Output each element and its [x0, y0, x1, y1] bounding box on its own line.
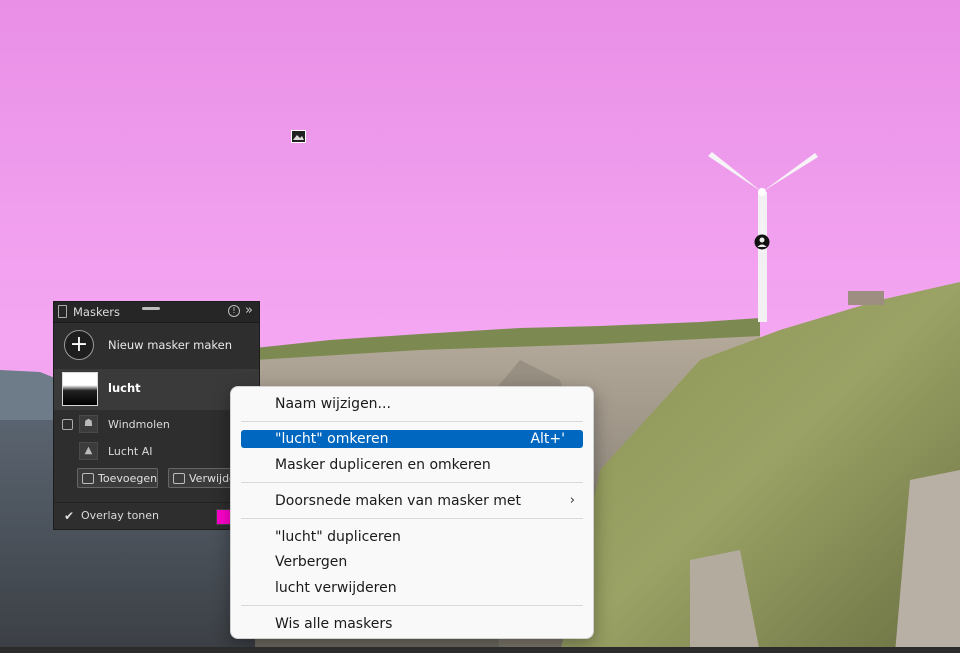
- add-button[interactable]: Toevoegen: [77, 468, 158, 488]
- windmill-hub: [758, 188, 766, 196]
- panel-title: Maskers: [73, 305, 121, 319]
- menu-item-rename[interactable]: Naam wijzigen...: [241, 395, 583, 413]
- menu-item-intersect[interactable]: Doorsnede maken van masker met ›: [241, 492, 583, 510]
- add-button-label: Toevoegen: [98, 472, 158, 485]
- menu-item-label: "lucht" omkeren: [275, 431, 389, 447]
- image-pin-icon[interactable]: [291, 130, 306, 143]
- menu-separator: [241, 605, 583, 606]
- menu-item-duplicate-invert[interactable]: Masker dupliceren en omkeren: [241, 456, 583, 474]
- menu-item-shortcut: Alt+': [530, 431, 565, 447]
- menu-separator: [241, 518, 583, 519]
- menu-item-label: "lucht" dupliceren: [275, 529, 401, 545]
- menu-separator: [241, 482, 583, 483]
- panel-header[interactable]: Maskers ! »: [54, 302, 259, 323]
- new-mask-label: Nieuw masker maken: [108, 338, 233, 352]
- plus-icon[interactable]: +: [64, 330, 94, 360]
- cliff-building: [848, 291, 884, 305]
- menu-item-label: Naam wijzigen...: [275, 396, 391, 412]
- menu-separator: [241, 421, 583, 422]
- overlay-row: ✔ Overlay tonen: [54, 502, 259, 530]
- help-circle-icon[interactable]: !: [228, 305, 240, 317]
- sky-landscape-icon: ▲: [79, 442, 98, 460]
- remove-mask-icon: [173, 473, 185, 484]
- mask-item-lucht[interactable]: lucht: [54, 369, 259, 410]
- component-lucht-ai[interactable]: ▲ Lucht AI: [54, 440, 259, 464]
- menu-item-clear-all[interactable]: Wis alle maskers: [241, 615, 583, 633]
- add-mask-icon: [82, 473, 94, 484]
- chevron-right-icon: ›: [569, 493, 575, 508]
- menu-item-label: Verbergen: [275, 554, 348, 570]
- menu-item-hide[interactable]: Verbergen: [241, 553, 583, 571]
- person-subject-icon: ☗: [79, 415, 98, 433]
- component-label: Lucht AI: [108, 445, 153, 458]
- person-pin-icon[interactable]: [754, 234, 770, 250]
- new-mask-row[interactable]: + Nieuw masker maken: [54, 323, 259, 368]
- menu-item-label: Doorsnede maken van masker met: [275, 493, 522, 509]
- menu-item-invert[interactable]: "lucht" omkeren Alt+': [241, 430, 583, 448]
- overlay-checkbox[interactable]: ✔: [64, 509, 74, 523]
- component-label: Windmolen: [108, 418, 170, 431]
- mask-context-menu: Naam wijzigen... "lucht" omkeren Alt+' M…: [230, 386, 594, 639]
- menu-item-label: lucht verwijderen: [275, 580, 397, 596]
- component-windmolen[interactable]: ☗ Windmolen: [54, 413, 259, 437]
- panel-doc-icon: [58, 305, 67, 318]
- menu-item-duplicate[interactable]: "lucht" dupliceren: [241, 528, 583, 546]
- double-chevron-right-icon[interactable]: »: [245, 303, 253, 318]
- menu-item-delete[interactable]: lucht verwijderen: [241, 579, 583, 597]
- component-mode-icon[interactable]: [62, 419, 73, 430]
- masks-panel: Maskers ! » + Nieuw masker maken lucht ☗…: [53, 301, 260, 530]
- menu-item-label: Wis alle maskers: [275, 616, 393, 632]
- remove-button-label: Verwijde: [189, 472, 236, 485]
- mask-name: lucht: [108, 381, 141, 395]
- drag-handle[interactable]: [142, 307, 160, 310]
- mask-thumbnail[interactable]: [62, 372, 98, 406]
- overlay-label: Overlay tonen: [81, 509, 160, 522]
- menu-item-label: Masker dupliceren en omkeren: [275, 457, 491, 473]
- bottom-toolbar: [0, 647, 960, 653]
